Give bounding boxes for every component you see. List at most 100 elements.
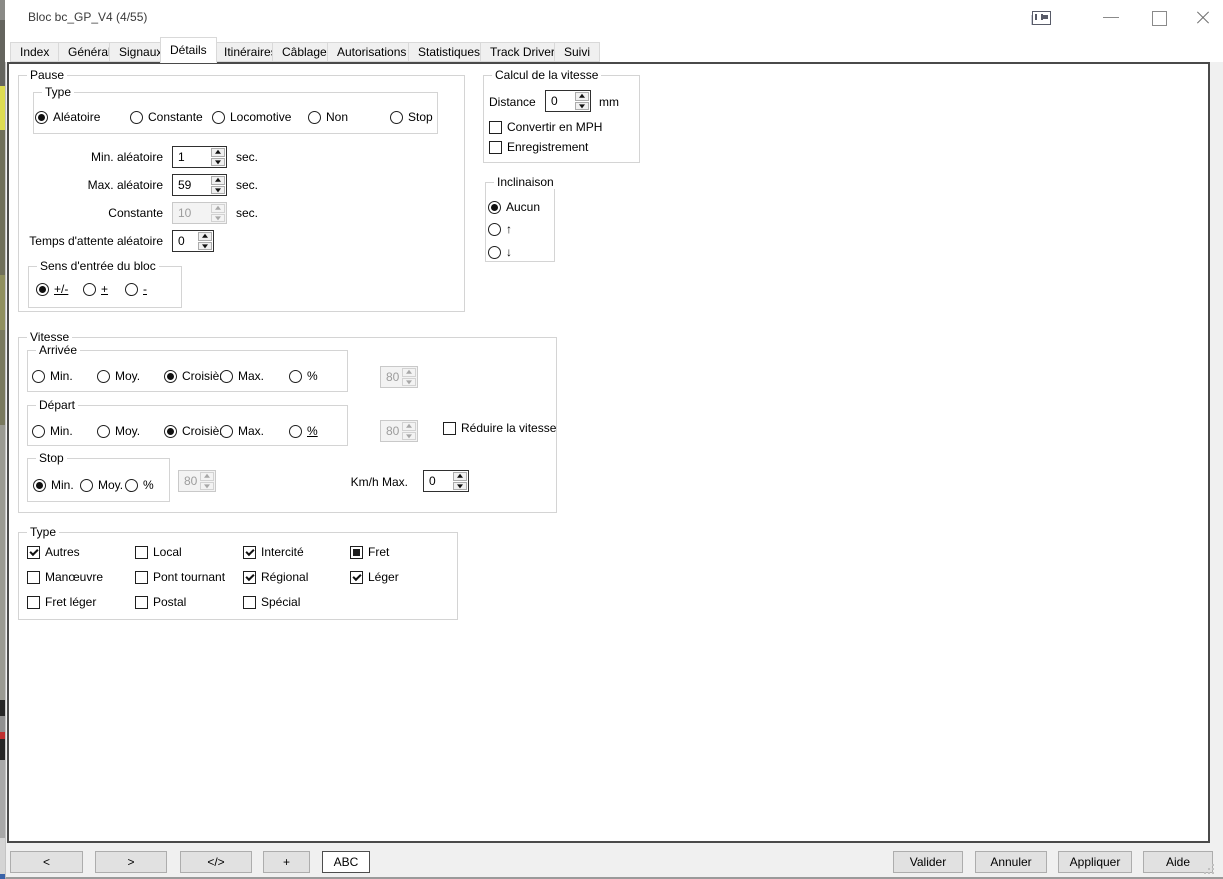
radio-pause-aleatoire[interactable]: Aléatoire bbox=[35, 109, 100, 125]
spinner-down-icon[interactable] bbox=[211, 186, 225, 195]
radio-entry-both[interactable]: +/- bbox=[36, 281, 68, 297]
checkbox-reduce-speed[interactable]: Réduire la vitesse bbox=[443, 420, 556, 436]
checkbox-fret[interactable]: Fret bbox=[350, 544, 389, 560]
tab-details[interactable]: Détails bbox=[160, 37, 217, 63]
radio-entry-plus[interactable]: + bbox=[83, 281, 108, 297]
random-wait-label: Temps d'attente aléatoire bbox=[20, 234, 163, 249]
radio-label: Max. bbox=[238, 369, 264, 384]
spinner-value: 59 bbox=[173, 175, 210, 195]
pin-window-icon[interactable] bbox=[1031, 11, 1051, 25]
checkbox-box bbox=[243, 596, 256, 609]
cancel-button[interactable]: Annuler bbox=[975, 851, 1047, 873]
checkbox-manoeuvre[interactable]: Manœuvre bbox=[27, 569, 103, 585]
apply-button[interactable]: Appliquer bbox=[1058, 851, 1132, 873]
checkbox-postal[interactable]: Postal bbox=[135, 594, 186, 610]
spinner-up-icon[interactable] bbox=[211, 148, 225, 157]
radio-departure-percent[interactable]: % bbox=[289, 423, 318, 439]
spinner-down-icon[interactable] bbox=[211, 158, 225, 167]
distance-spinner[interactable]: 0 bbox=[545, 90, 591, 112]
radio-arrival-max[interactable]: Max. bbox=[220, 368, 264, 384]
radio-incline-up[interactable]: ↑ bbox=[488, 221, 512, 237]
close-button[interactable] bbox=[1191, 7, 1217, 29]
constant-unit: sec. bbox=[236, 206, 258, 221]
radio-arrival-percent[interactable]: % bbox=[289, 368, 318, 384]
checkbox-intercite[interactable]: Intercité bbox=[243, 544, 304, 560]
spinner-up-icon[interactable] bbox=[575, 92, 589, 101]
radio-pause-stop[interactable]: Stop bbox=[390, 109, 433, 125]
radio-arrival-min[interactable]: Min. bbox=[32, 368, 73, 384]
radio-label: Moy. bbox=[115, 424, 140, 439]
radio-departure-moy[interactable]: Moy. bbox=[97, 423, 140, 439]
tab-bar: Index Général Signaux Détails Itinéraire… bbox=[10, 37, 1210, 63]
radio-incline-none[interactable]: Aucun bbox=[488, 199, 540, 215]
next-button[interactable]: > bbox=[95, 851, 167, 873]
radio-label: Moy. bbox=[115, 369, 140, 384]
checkbox-pont-tournant[interactable]: Pont tournant bbox=[135, 569, 225, 585]
radio-dot bbox=[212, 111, 225, 124]
radio-label: Max. bbox=[238, 424, 264, 439]
random-wait-spinner[interactable]: 0 bbox=[172, 230, 214, 252]
checkbox-autres[interactable]: Autres bbox=[27, 544, 80, 560]
spinner-up-icon[interactable] bbox=[453, 472, 467, 481]
spinner-down-icon[interactable] bbox=[198, 242, 212, 251]
tab-autorisations[interactable]: Autorisations bbox=[327, 42, 416, 62]
tab-track-driver[interactable]: Track Driver bbox=[480, 42, 565, 62]
max-random-spinner[interactable]: 59 bbox=[172, 174, 227, 196]
radio-stop-percent[interactable]: % bbox=[125, 477, 154, 493]
radio-pause-constante[interactable]: Constante bbox=[130, 109, 203, 125]
checkbox-local[interactable]: Local bbox=[135, 544, 182, 560]
tab-suivi[interactable]: Suivi bbox=[554, 42, 600, 62]
radio-label: - bbox=[143, 282, 147, 297]
kmh-max-spinner[interactable]: 0 bbox=[423, 470, 469, 492]
checkbox-convert-mph[interactable]: Convertir en MPH bbox=[489, 119, 602, 135]
checkbox-box bbox=[243, 571, 256, 584]
radio-pause-non[interactable]: Non bbox=[308, 109, 348, 125]
radio-incline-down[interactable]: ↓ bbox=[488, 244, 512, 260]
add-button[interactable]: + bbox=[263, 851, 310, 873]
spinner-up-icon[interactable] bbox=[198, 232, 212, 241]
checkbox-fret-leger[interactable]: Fret léger bbox=[27, 594, 96, 610]
checkbox-label: Enregistrement bbox=[507, 140, 588, 155]
checkbox-recording[interactable]: Enregistrement bbox=[489, 139, 588, 155]
radio-stop-moy[interactable]: Moy. bbox=[80, 477, 123, 493]
checkbox-box bbox=[27, 571, 40, 584]
spinner-down-icon[interactable] bbox=[575, 102, 589, 111]
minimize-button[interactable] bbox=[1098, 7, 1124, 29]
validate-button[interactable]: Valider bbox=[893, 851, 963, 873]
radio-departure-min[interactable]: Min. bbox=[32, 423, 73, 439]
radio-departure-max[interactable]: Max. bbox=[220, 423, 264, 439]
resize-grip[interactable] bbox=[1200, 860, 1216, 876]
checkbox-special[interactable]: Spécial bbox=[243, 594, 300, 610]
spinner-up-icon[interactable] bbox=[211, 176, 225, 185]
radio-dot bbox=[488, 201, 501, 214]
radio-entry-minus[interactable]: - bbox=[125, 281, 147, 297]
checkbox-box bbox=[27, 596, 40, 609]
checkbox-regional[interactable]: Régional bbox=[243, 569, 308, 585]
checkbox-box bbox=[27, 546, 40, 559]
radio-dot bbox=[220, 370, 233, 383]
min-random-unit: sec. bbox=[236, 150, 258, 165]
abc-button[interactable]: ABC bbox=[322, 851, 370, 873]
spinner-buttons bbox=[401, 367, 417, 387]
radio-stop-min[interactable]: Min. bbox=[33, 477, 74, 493]
code-button[interactable]: </> bbox=[180, 851, 252, 873]
tab-index[interactable]: Index bbox=[10, 42, 59, 62]
radio-label: Min. bbox=[50, 424, 73, 439]
radio-label: % bbox=[143, 478, 154, 493]
min-random-spinner[interactable]: 1 bbox=[172, 146, 227, 168]
checkbox-label: Léger bbox=[368, 570, 399, 585]
radio-arrival-moy[interactable]: Moy. bbox=[97, 368, 140, 384]
radio-dot bbox=[33, 479, 46, 492]
checkbox-box bbox=[443, 422, 456, 435]
checkbox-box bbox=[489, 121, 502, 134]
max-random-label: Max. aléatoire bbox=[20, 178, 163, 193]
tab-statistiques[interactable]: Statistiques bbox=[408, 42, 490, 62]
spinner-down-icon[interactable] bbox=[453, 482, 467, 491]
checkbox-leger[interactable]: Léger bbox=[350, 569, 399, 585]
spinner-buttons bbox=[199, 471, 215, 491]
checkbox-label: Manœuvre bbox=[45, 570, 103, 585]
radio-pause-locomotive[interactable]: Locomotive bbox=[212, 109, 291, 125]
maximize-button[interactable] bbox=[1147, 7, 1173, 29]
radio-dot bbox=[488, 223, 501, 236]
prev-button[interactable]: < bbox=[10, 851, 83, 873]
